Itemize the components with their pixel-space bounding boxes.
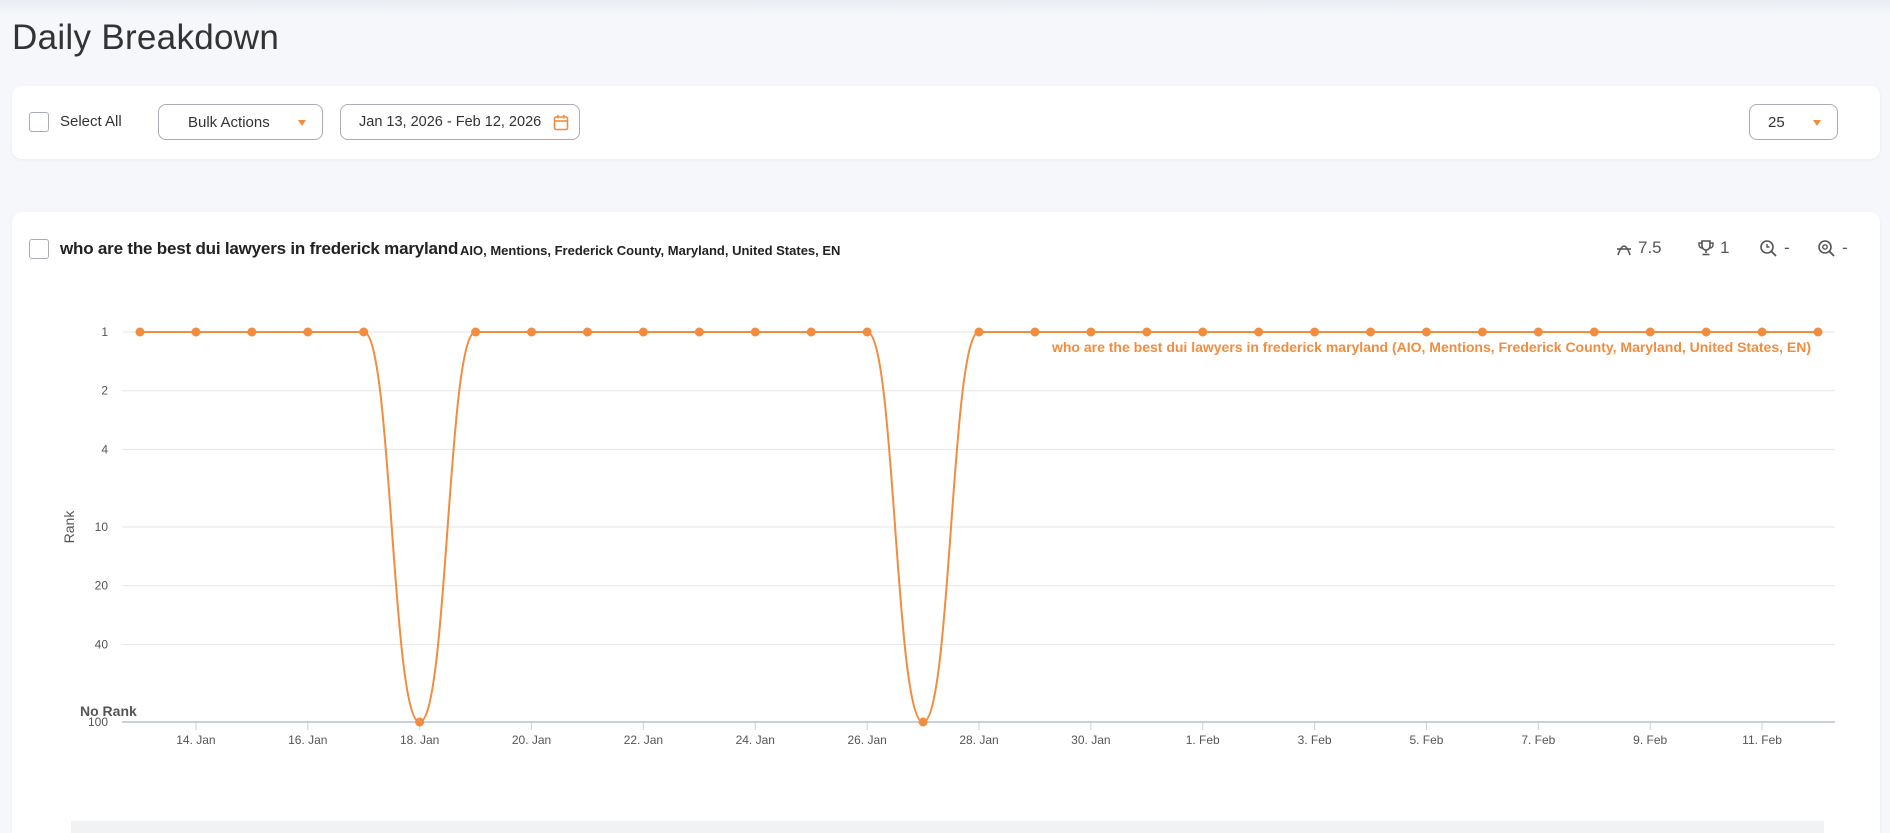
toolbar: Select All Bulk Actions Jan 13, 2026 - F… bbox=[12, 86, 1880, 159]
date-range-picker[interactable]: Jan 13, 2026 - Feb 12, 2026 bbox=[340, 104, 580, 140]
data-point bbox=[247, 327, 257, 337]
data-point bbox=[694, 327, 704, 337]
x-tick-label: 1. Feb bbox=[1186, 733, 1220, 747]
page-title: Daily Breakdown bbox=[12, 18, 280, 57]
data-point bbox=[1142, 327, 1152, 337]
data-point bbox=[527, 327, 537, 337]
data-point bbox=[1086, 327, 1096, 337]
data-point bbox=[918, 717, 928, 727]
x-tick-label: 26. Jan bbox=[847, 733, 886, 747]
x-tick-label: 5. Feb bbox=[1409, 733, 1443, 747]
per-page-value: 25 bbox=[1768, 113, 1785, 131]
data-point bbox=[862, 327, 872, 337]
y-tick-label: 2 bbox=[101, 384, 108, 398]
y-tick-label: 4 bbox=[101, 442, 108, 456]
data-point bbox=[1421, 327, 1431, 337]
data-point bbox=[1030, 327, 1040, 337]
caret-down-icon bbox=[1813, 120, 1821, 126]
per-page-select[interactable]: 25 bbox=[1749, 104, 1838, 140]
data-point bbox=[191, 327, 201, 337]
data-point bbox=[1366, 327, 1376, 337]
data-point bbox=[1198, 327, 1208, 337]
select-all-checkbox[interactable] bbox=[29, 112, 49, 132]
top-shadow bbox=[0, 0, 1890, 14]
data-point bbox=[806, 327, 816, 337]
y-tick-label: 20 bbox=[95, 579, 109, 593]
bulk-actions-label: Bulk Actions bbox=[188, 113, 270, 131]
data-point bbox=[1533, 327, 1543, 337]
x-tick-label: 28. Jan bbox=[959, 733, 998, 747]
y-tick-label: 40 bbox=[95, 637, 109, 651]
bulk-actions-dropdown[interactable]: Bulk Actions bbox=[158, 104, 323, 140]
data-point bbox=[1254, 327, 1264, 337]
data-point bbox=[750, 327, 760, 337]
data-point bbox=[415, 717, 425, 727]
x-tick-label: 22. Jan bbox=[624, 733, 663, 747]
x-tick-label: 16. Jan bbox=[288, 733, 327, 747]
data-point bbox=[1813, 327, 1823, 337]
data-point bbox=[303, 327, 313, 337]
y-tick-label: 1 bbox=[101, 325, 108, 339]
x-tick-label: 20. Jan bbox=[512, 733, 551, 747]
series-label: who are the best dui lawyers in frederic… bbox=[1051, 339, 1811, 355]
data-point bbox=[1701, 327, 1711, 337]
x-tick-label: 30. Jan bbox=[1071, 733, 1110, 747]
data-point bbox=[1645, 327, 1655, 337]
chart-navigator[interactable] bbox=[71, 821, 1824, 833]
data-point bbox=[359, 327, 369, 337]
no-rank-label: No Rank bbox=[80, 703, 137, 719]
caret-down-icon bbox=[298, 120, 306, 126]
data-point bbox=[1589, 327, 1599, 337]
rank-chart: 124102040100No RankRank14. Jan 16. Jan 18.… bbox=[61, 325, 1835, 747]
x-tick-label: 18. Jan bbox=[400, 733, 439, 747]
x-tick-label: 24. Jan bbox=[736, 733, 775, 747]
x-tick-label: 3. Feb bbox=[1298, 733, 1332, 747]
data-point bbox=[471, 327, 481, 337]
x-tick-label: 14. Jan bbox=[176, 733, 215, 747]
data-point bbox=[582, 327, 592, 337]
x-tick-label: 7. Feb bbox=[1521, 733, 1555, 747]
select-all-label[interactable]: Select All bbox=[60, 113, 122, 130]
data-point bbox=[1310, 327, 1320, 337]
y-axis-label: Rank bbox=[61, 510, 77, 544]
calendar-icon bbox=[553, 115, 569, 131]
x-tick-label: 11. Feb bbox=[1742, 733, 1782, 747]
date-range-value: Jan 13, 2026 - Feb 12, 2026 bbox=[359, 114, 542, 130]
x-tick-label: 9. Feb bbox=[1633, 733, 1667, 747]
y-tick-label: 10 bbox=[95, 520, 109, 534]
data-point bbox=[638, 327, 648, 337]
data-point bbox=[974, 327, 984, 337]
keyword-card: who are the best dui lawyers in frederic… bbox=[12, 212, 1880, 833]
data-point bbox=[1477, 327, 1487, 337]
data-point bbox=[135, 327, 145, 337]
data-point bbox=[1757, 327, 1767, 337]
